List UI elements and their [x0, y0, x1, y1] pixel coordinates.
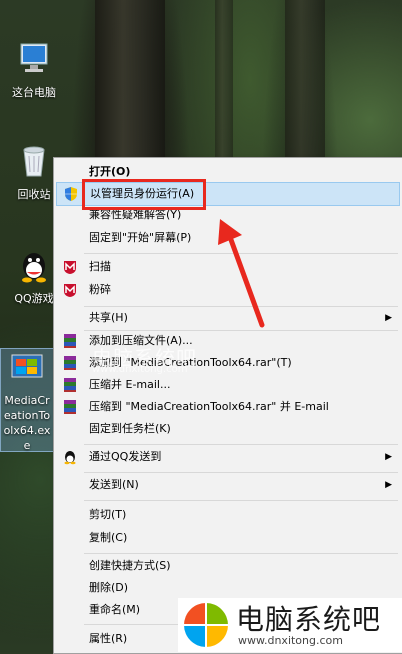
winrar-icon: [64, 378, 76, 392]
computer-icon: [20, 43, 48, 72]
menu-item-send-to[interactable]: 发送到(N) ▶: [56, 474, 400, 496]
menu-item-send-via-qq[interactable]: 通过QQ发送到 ▶: [56, 446, 400, 468]
submenu-arrow-icon: ▶: [385, 313, 392, 323]
menu-separator: [84, 444, 398, 445]
desktop-icon-media-creation-tool[interactable]: MediaCreationToolx64.exe: [0, 348, 54, 452]
installer-icon: [11, 354, 43, 378]
annotation-arrow-icon: [218, 219, 265, 328]
mcafee-icon: [64, 284, 76, 297]
menu-item-delete[interactable]: 删除(D): [56, 577, 400, 599]
menu-separator: [84, 553, 398, 554]
annotation-highlight-box: [82, 179, 206, 210]
watermark-overlay-url: www.dnxitong.com: [92, 364, 188, 375]
menu-item-cut[interactable]: 剪切(T): [56, 504, 400, 526]
brand-watermark: 电脑系统吧 www.dnxitong.com: [178, 598, 402, 652]
submenu-arrow-icon: ▶: [385, 452, 392, 462]
menu-item-pin-to-taskbar[interactable]: 固定到任务栏(K): [56, 418, 400, 440]
menu-item-create-shortcut[interactable]: 创建快捷方式(S): [56, 555, 400, 577]
winrar-icon: [64, 334, 76, 348]
qq-penguin-icon: [64, 451, 76, 465]
qq-icon: [22, 253, 46, 283]
recycle-bin-icon: [23, 146, 45, 177]
desktop-icon-label: 这台电脑: [12, 86, 56, 99]
windows-logo-icon: [184, 603, 228, 647]
winrar-icon: [64, 356, 76, 370]
desktop-icon-label: MediaCreationToolx64.exe: [3, 394, 51, 452]
winrar-icon: [64, 400, 76, 414]
mcafee-icon: [64, 261, 76, 274]
menu-separator: [84, 472, 398, 473]
desktop-icon-this-pc[interactable]: 这台电脑: [8, 40, 60, 100]
brand-title: 电脑系统吧: [236, 603, 382, 636]
menu-separator: [84, 500, 398, 501]
submenu-arrow-icon: ▶: [385, 480, 392, 490]
menu-item-compress-email[interactable]: 压缩并 E-mail...: [56, 374, 400, 396]
menu-item-copy[interactable]: 复制(C): [56, 527, 400, 549]
shield-icon: [65, 187, 77, 201]
menu-item-compress-to-rar-email[interactable]: 压缩到 "MediaCreationToolx64.rar" 并 E-mail: [56, 396, 400, 418]
brand-url: www.dnxitong.com: [238, 634, 343, 647]
